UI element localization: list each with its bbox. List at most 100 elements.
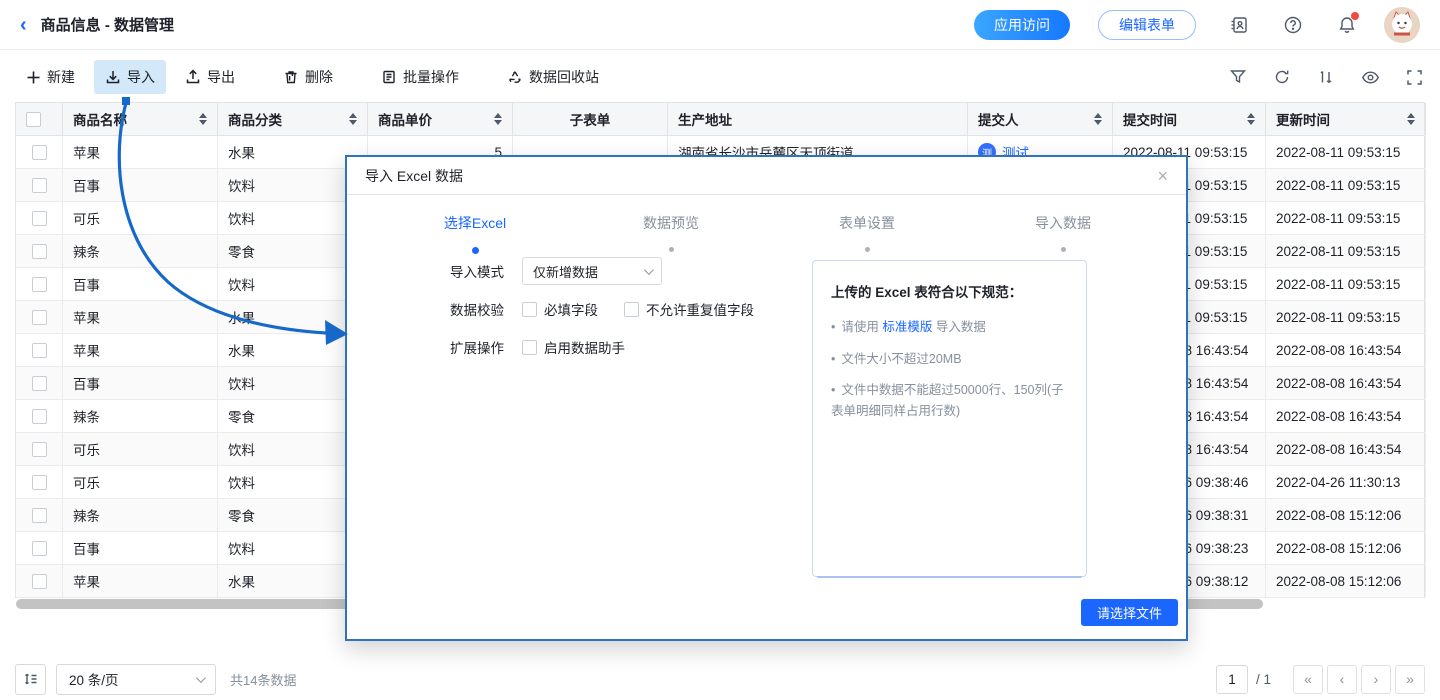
sort-order-icon[interactable] — [1315, 66, 1337, 88]
modal-header: 导入 Excel 数据 × — [347, 157, 1186, 195]
choose-file-button[interactable]: 请选择文件 — [1081, 599, 1178, 626]
row-checkbox[interactable] — [32, 574, 47, 589]
row-checkbox[interactable] — [32, 508, 47, 523]
step-label: 数据预览 — [573, 213, 769, 233]
upload-spec-panel: 上传的 Excel 表符合以下规范： •请使用 标准模版 导入数据•文件大小不超… — [812, 260, 1087, 577]
step-dot-icon — [472, 247, 479, 254]
prev-page-button[interactable]: ‹ — [1327, 665, 1357, 694]
row-checkbox[interactable] — [32, 244, 47, 259]
wizard-step[interactable]: 数据预览 — [573, 213, 769, 254]
recycle-bin-button[interactable]: 数据回收站 — [496, 60, 610, 94]
help-icon[interactable] — [1282, 14, 1304, 36]
edit-form-button[interactable]: 编辑表单 — [1098, 10, 1196, 40]
row-checkbox[interactable] — [32, 145, 47, 160]
close-icon[interactable]: × — [1157, 167, 1168, 185]
recycle-icon — [507, 69, 523, 85]
cell-update_time: 2022-04-26 11:30:13 — [1266, 466, 1426, 498]
row-checkbox[interactable] — [32, 409, 47, 424]
spec-item: •文件大小不超过20MB — [831, 349, 1068, 370]
row-checkbox[interactable] — [32, 211, 47, 226]
option-label: 启用数据助手 — [544, 337, 625, 357]
option-checkbox-item[interactable]: 启用数据助手 — [522, 337, 625, 357]
row-height-button[interactable] — [15, 664, 46, 695]
cell-update_time: 2022-08-08 16:43:54 — [1266, 400, 1426, 432]
app-access-button[interactable]: 应用访问 — [974, 10, 1070, 40]
bullet-icon: • — [831, 320, 835, 334]
new-button[interactable]: 新建 — [15, 60, 86, 94]
cell-name: 苹果 — [63, 136, 218, 168]
sort-icon[interactable] — [1407, 113, 1415, 125]
screen: ‹ 商品信息 - 数据管理 应用访问 编辑表单 — [0, 0, 1440, 700]
toolbar-view-actions — [1227, 66, 1425, 88]
spec-text: 请使用 — [841, 320, 882, 334]
column-label: 更新时间 — [1276, 109, 1330, 129]
address-book-icon[interactable] — [1228, 14, 1250, 36]
option-checkbox-item[interactable]: 必填字段 — [522, 299, 598, 319]
pager-controls: / 1 «‹›» — [1216, 665, 1425, 694]
wizard-step[interactable]: 表单设置 — [769, 213, 965, 254]
upload-spec-list: •请使用 标准模版 导入数据•文件大小不超过20MB•文件中数据不能超过5000… — [831, 317, 1068, 422]
sort-icon[interactable] — [349, 113, 357, 125]
cell-name: 苹果 — [63, 301, 218, 333]
import-button[interactable]: 导入 — [94, 60, 166, 94]
row-checkbox[interactable] — [32, 178, 47, 193]
row-checkbox[interactable] — [32, 376, 47, 391]
visibility-eye-icon[interactable] — [1359, 66, 1381, 88]
sort-icon[interactable] — [1094, 113, 1102, 125]
plus-icon — [26, 70, 41, 85]
spec-item: •文件中数据不能超过50000行、150列(子表单明细同样占用行数) — [831, 380, 1068, 421]
cell-name: 苹果 — [63, 334, 218, 366]
first-page-button[interactable]: « — [1293, 665, 1323, 694]
last-page-button[interactable]: » — [1395, 665, 1425, 694]
row-height-icon — [23, 671, 39, 687]
chevron-down-icon — [644, 265, 654, 275]
fullscreen-icon[interactable] — [1403, 66, 1425, 88]
batch-operation-button[interactable]: 批量操作 — [370, 60, 470, 94]
option-checkbox[interactable] — [624, 302, 639, 317]
row-checkbox[interactable] — [32, 343, 47, 358]
row-checkbox[interactable] — [32, 442, 47, 457]
next-page-button[interactable]: › — [1361, 665, 1391, 694]
row-checkbox[interactable] — [32, 475, 47, 490]
refresh-icon[interactable] — [1271, 66, 1293, 88]
row-select-cell — [16, 400, 63, 432]
sort-icon[interactable] — [494, 113, 502, 125]
wizard-step[interactable]: 导入数据 — [965, 213, 1161, 254]
spec-item: •请使用 标准模版 导入数据 — [831, 317, 1068, 338]
cell-name: 百事 — [63, 169, 218, 201]
notification-bell-icon[interactable] — [1336, 14, 1358, 36]
cell-name: 百事 — [63, 367, 218, 399]
filter-icon[interactable] — [1227, 66, 1249, 88]
cell-name: 苹果 — [63, 565, 218, 597]
extend-options: 启用数据助手 — [522, 337, 651, 357]
column-label: 提交人 — [978, 109, 1019, 129]
select-all-checkbox[interactable] — [26, 112, 41, 127]
cell-update_time: 2022-08-08 15:12:06 — [1266, 565, 1426, 597]
row-checkbox[interactable] — [32, 277, 47, 292]
import-mode-select[interactable]: 仅新增数据 — [522, 257, 662, 285]
sort-icon[interactable] — [199, 113, 207, 125]
option-checkbox-item[interactable]: 不允许重复值字段 — [624, 299, 754, 319]
user-avatar[interactable] — [1384, 7, 1420, 43]
cell-name: 可乐 — [63, 433, 218, 465]
row-checkbox[interactable] — [32, 541, 47, 556]
table-header-row: 商品名称商品分类商品单价子表单生产地址提交人提交时间更新时间 — [16, 103, 1424, 136]
total-count-text: 共14条数据 — [230, 670, 296, 689]
sort-icon[interactable] — [1247, 113, 1255, 125]
back-icon[interactable]: ‹ — [20, 15, 27, 35]
cell-name: 可乐 — [63, 202, 218, 234]
page-number-input[interactable] — [1216, 665, 1248, 694]
template-link[interactable]: 标准模版 — [882, 320, 932, 334]
column-header-submitter: 提交人 — [968, 103, 1113, 135]
rows-per-page-select[interactable]: 20 条/页 — [56, 664, 216, 695]
row-select-cell — [16, 367, 63, 399]
option-checkbox[interactable] — [522, 302, 537, 317]
step-label: 导入数据 — [965, 213, 1161, 233]
option-checkbox[interactable] — [522, 340, 537, 355]
export-button[interactable]: 导出 — [174, 60, 246, 94]
column-header-category: 商品分类 — [218, 103, 368, 135]
wizard-step[interactable]: 选择Excel — [377, 213, 573, 254]
option-label: 不允许重复值字段 — [646, 299, 754, 319]
row-checkbox[interactable] — [32, 310, 47, 325]
delete-button[interactable]: 删除 — [272, 60, 344, 94]
